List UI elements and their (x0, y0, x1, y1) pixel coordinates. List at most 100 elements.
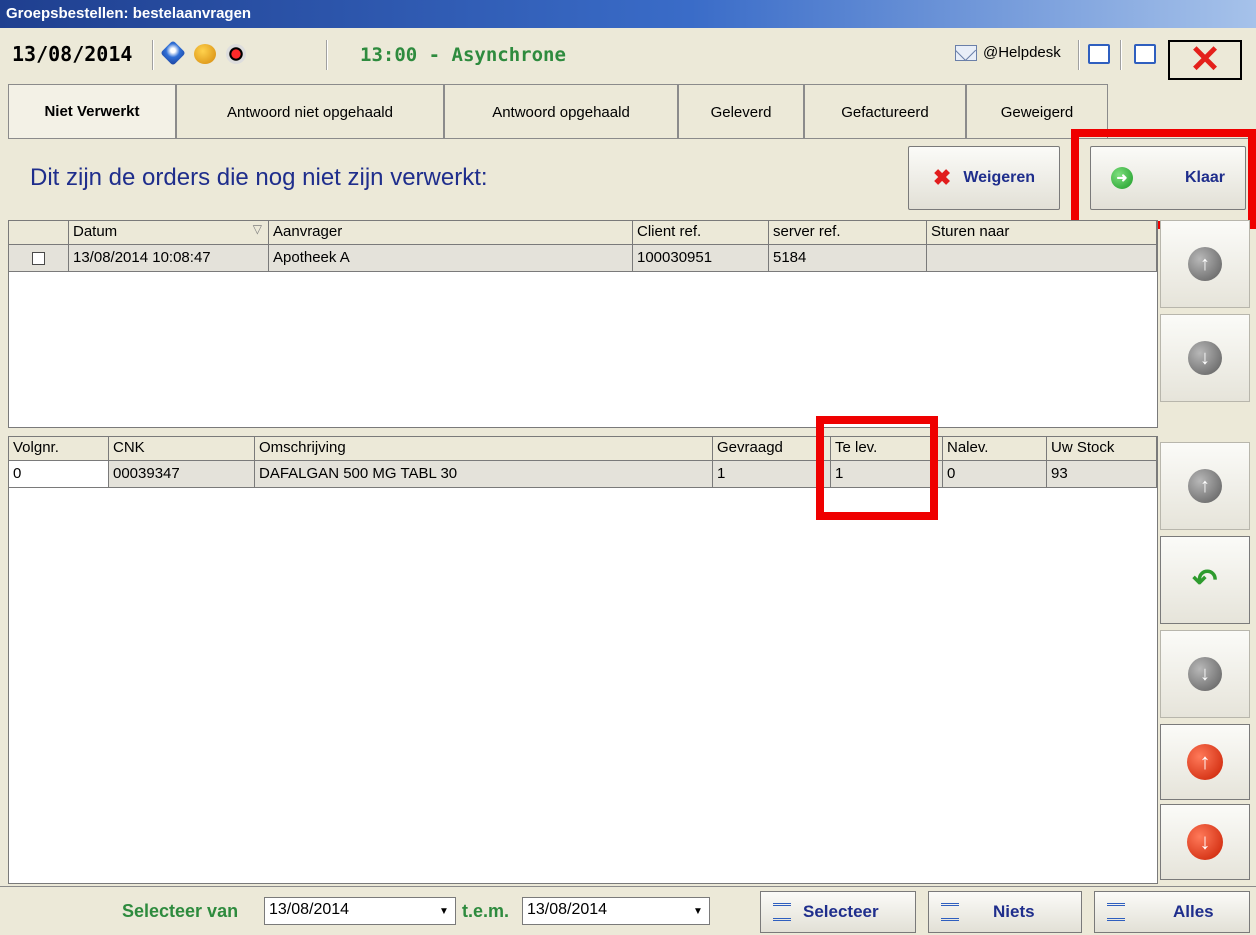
record-icon[interactable] (226, 44, 246, 64)
cell-volgnr[interactable]: 0 (9, 461, 109, 487)
done-label: Klaar (1184, 169, 1225, 186)
helpdesk-link[interactable]: @Helpdesk (955, 44, 1061, 61)
arrow-down-icon: ↓ (1188, 657, 1222, 691)
select-from-label: Selecteer van (122, 901, 239, 921)
column-header-label: Datum (73, 223, 118, 240)
cell-uw-stock: 93 (1047, 461, 1157, 487)
table-row[interactable]: 0 00039347 DAFALGAN 500 MG TABL 30 1 1 0… (9, 461, 1157, 488)
none-label: Niets (993, 902, 1035, 921)
arrow-right-icon: ➜ (1110, 167, 1133, 189)
column-header-cnk[interactable]: CNK (109, 437, 255, 460)
arrow-up-icon: ↑ (1188, 247, 1222, 281)
from-date-value: 13/08/2014 (269, 901, 350, 918)
cell-omschrijving: DAFALGAN 500 MG TABL 30 (255, 461, 713, 487)
chevron-down-icon[interactable]: ▼ (689, 900, 707, 922)
column-header-omschrijving[interactable]: Omschrijving (255, 437, 713, 460)
footer-bar: Selecteer van 13/08/2014 ▼ t.e.m. 13/08/… (0, 886, 1256, 935)
select-none-button[interactable]: Niets (928, 891, 1082, 933)
all-label: Alles (1173, 902, 1214, 921)
chevron-down-icon[interactable]: ▼ (435, 900, 453, 922)
column-header-select (9, 221, 69, 244)
lines-down-button[interactable]: ↓ (1160, 630, 1250, 718)
sort-down-icon: ▽ (252, 222, 262, 236)
splitter[interactable] (8, 428, 1158, 436)
column-header-volgnr[interactable]: Volgnr. (9, 437, 109, 460)
info-icon[interactable] (160, 40, 186, 66)
column-header-sturen-naar[interactable]: Sturen naar (927, 221, 1157, 244)
column-header-gevraagd[interactable]: Gevraagd (713, 437, 831, 460)
tab-gefactureerd[interactable]: Gefactureerd (804, 84, 966, 139)
select-list-icon (773, 903, 791, 921)
select-button[interactable]: Selecteer (760, 891, 916, 933)
tab-antwoord-opgehaald[interactable]: Antwoord opgehaald (444, 84, 678, 139)
tree-icon (1107, 903, 1125, 921)
to-date-value: 13/08/2014 (527, 901, 608, 918)
order-lines-header: Volgnr. CNK Omschrijving Gevraagd Te lev… (9, 437, 1157, 461)
window-title: Groepsbestellen: bestelaanvragen (0, 0, 1256, 28)
table-row[interactable]: 13/08/2014 10:08:47 Apotheek A 100030951… (9, 245, 1157, 272)
arrow-up-icon: ↑ (1188, 469, 1222, 503)
column-header-te-lev[interactable]: Te lev. (831, 437, 943, 460)
close-icon: ✕ (1189, 39, 1221, 81)
cell-aanvrager: Apotheek A (269, 245, 633, 271)
reject-label: Weigeren (963, 169, 1036, 186)
row-checkbox[interactable] (32, 252, 45, 265)
to-label: t.e.m. (462, 901, 510, 921)
column-header-aanvrager[interactable]: Aanvrager (269, 221, 633, 244)
orders-header: Datum ▽ Aanvrager Client ref. server ref.… (9, 221, 1157, 245)
order-lines-table[interactable]: Volgnr. CNK Omschrijving Gevraagd Te lev… (8, 436, 1158, 884)
column-header-client-ref[interactable]: Client ref. (633, 221, 769, 244)
current-date: 13/08/2014 (12, 42, 133, 66)
cell-server-ref: 5184 (769, 245, 927, 271)
move-top-button[interactable]: ↑ (1160, 724, 1250, 800)
envelope-icon (955, 44, 977, 61)
cell-nalev: 0 (943, 461, 1047, 487)
column-header-nalev[interactable]: Nalev. (943, 437, 1047, 460)
toolbar-separator (326, 40, 328, 70)
toolbar-separator (1078, 40, 1080, 70)
column-header-uw-stock[interactable]: Uw Stock (1047, 437, 1157, 460)
tab-geweigerd[interactable]: Geweigerd (966, 84, 1108, 139)
tab-label: Antwoord opgehaald (492, 103, 630, 121)
window-icon[interactable] (1134, 44, 1156, 64)
users-icon[interactable] (194, 44, 216, 64)
toolbar-separator (152, 40, 154, 70)
tab-niet-verwerkt[interactable]: Niet Verwerkt (8, 84, 176, 139)
window-icon[interactable] (1088, 44, 1110, 64)
from-date-picker[interactable]: 13/08/2014 ▼ (264, 897, 456, 925)
lines-up-button[interactable]: ↑ (1160, 442, 1250, 530)
cell-gevraagd: 1 (713, 461, 831, 487)
reject-button[interactable]: ✖ Weigeren (908, 146, 1060, 210)
cell-te-lev[interactable]: 1 (831, 461, 943, 487)
tab-label: Antwoord niet opgehaald (227, 103, 393, 121)
move-bottom-button[interactable]: ↓ (1160, 804, 1250, 880)
arrow-up-red-icon: ↑ (1187, 744, 1223, 780)
to-date-picker[interactable]: 13/08/2014 ▼ (522, 897, 710, 925)
tab-label: Niet Verwerkt (44, 103, 140, 120)
done-button[interactable]: ➜ Klaar (1090, 146, 1246, 210)
tab-geleverd[interactable]: Geleverd (678, 84, 804, 139)
select-all-button[interactable]: Alles (1094, 891, 1250, 933)
row-checkbox-cell[interactable] (9, 245, 69, 271)
column-header-server-ref[interactable]: server ref. (769, 221, 927, 244)
toolbar-separator (1120, 40, 1122, 70)
undo-button[interactable]: ↶ (1160, 536, 1250, 624)
column-header-datum[interactable]: Datum ▽ (69, 221, 269, 244)
list-icon (941, 903, 959, 921)
arrow-down-icon: ↓ (1188, 341, 1222, 375)
close-button[interactable]: ✕ (1168, 40, 1242, 80)
select-label: Selecteer (803, 902, 879, 921)
tab-antwoord-niet-opgehaald[interactable]: Antwoord niet opgehaald (176, 84, 444, 139)
tab-label: Geleverd (710, 103, 772, 121)
toolbar: 13/08/2014 13:00 - Asynchrone @Helpdesk … (0, 30, 1256, 82)
page-title: Dit zijn de orders die nog niet zijn ver… (30, 164, 488, 191)
cell-client-ref: 100030951 (633, 245, 769, 271)
cell-datum: 13/08/2014 10:08:47 (69, 245, 269, 271)
reject-icon: ✖ (932, 165, 952, 190)
sync-status: 13:00 - Asynchrone (360, 44, 566, 66)
tab-label: Gefactureerd (841, 103, 929, 121)
orders-table[interactable]: Datum ▽ Aanvrager Client ref. server ref.… (8, 220, 1158, 428)
orders-up-button[interactable]: ↑ (1160, 220, 1250, 308)
orders-down-button[interactable]: ↓ (1160, 314, 1250, 402)
arrow-down-red-icon: ↓ (1187, 824, 1223, 860)
